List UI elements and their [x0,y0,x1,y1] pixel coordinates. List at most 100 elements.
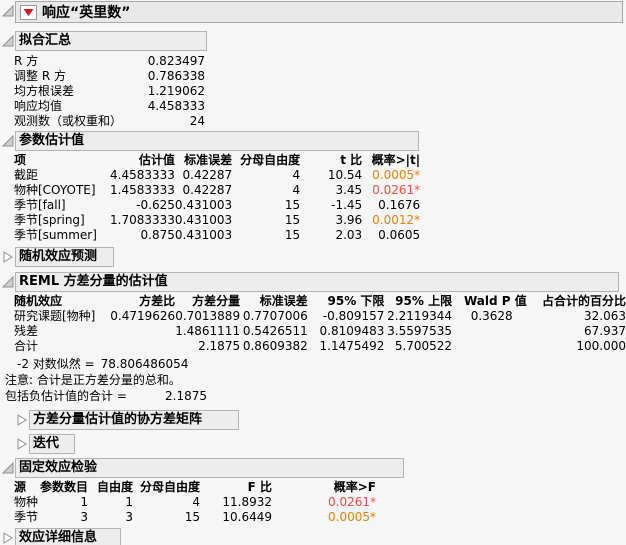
cell: 15 [284,228,301,242]
stat-value: 0.786338 [147,69,205,83]
cell: 0.8609382 [242,339,308,353]
cell: 4 [292,168,301,182]
cell: -1.45 [331,198,363,212]
cell: 0.8109483 [319,324,385,338]
cell: -0.809157 [322,309,385,323]
cell: 0.5426511 [242,324,308,338]
section-header-iterations[interactable]: 迭代 [29,434,75,454]
neg2-loglikelihood-value: 78.806486054 [100,357,189,371]
cell: 0.7707006 [242,309,308,323]
total-including-negative-value: 2.1875 [165,389,207,403]
cell: 2.1875 [198,339,241,353]
stat-label: 响应均值 [14,99,63,113]
table-row: 均方根误差 1.219062 [14,84,205,99]
disclosure-open-icon[interactable] [2,5,14,17]
neg2-loglikelihood-label: -2 对数似然 = [17,357,95,371]
disclosure-closed-icon[interactable] [2,251,14,263]
column-header: 分母自由度 [140,480,201,494]
random-effect-predictions-row: 随机效应预测 [2,247,626,267]
p-value-cell: 0.0012* [372,213,421,227]
disclosure-closed-icon[interactable] [2,532,14,544]
cell: 3.45 [335,183,363,197]
p-value-cell: 0.0005* [328,510,377,524]
section-header-cov-matrix[interactable]: 方差分量估计值的协方差矩阵 [29,410,239,430]
cell [452,339,527,354]
fixed-effect-tests-header-row: 固定效应检验 [2,458,626,478]
section-header-fit-summary[interactable]: 拟合汇总 [15,31,207,51]
column-header: 自由度 [97,480,134,494]
stat-label: 观测数（或权重和） [14,114,123,128]
cell: 季节[spring] [14,213,85,227]
table-header-row: 随机效应 方差比 方差分量 标准误差 95% 下限 95% 上限 Wald P … [14,294,626,309]
cell: 3 [80,510,89,524]
cell: 10.6449 [222,510,273,524]
section-header-random-effect-predictions[interactable]: 随机效应预测 [15,247,114,267]
section-header-reml[interactable]: REML 方差分量的估计值 [15,272,619,292]
cell [110,339,175,354]
table-row: 合计 2.1875 0.8609382 1.1475492 5.700522 1… [14,339,626,354]
disclosure-open-icon[interactable] [2,276,14,288]
stat-label: R 方 [14,54,39,68]
cell: 1 [125,495,134,509]
report-title-bar[interactable]: 响应“英里数” [15,1,623,23]
cell: 15 [284,213,301,227]
cell: 10.54 [327,168,363,182]
red-triangle-menu-button[interactable] [20,4,37,20]
cell: 0.42287 [182,183,233,197]
cell: 研究课题[物种] [14,309,96,323]
cell [452,324,527,339]
cov-matrix-row: 方差分量估计值的协方差矩阵 [16,410,626,430]
section-header-parameter-estimates[interactable]: 参数估计值 [15,131,419,151]
cell: 0.7013889 [175,309,241,323]
disclosure-closed-icon[interactable] [16,438,28,450]
neg2-loglikelihood-line: -2 对数似然 = 78.806486054 [17,356,626,372]
column-header: 分母自由度 [240,153,301,167]
stat-value: 1.219062 [147,84,205,98]
cell [110,324,175,339]
table-header-row: 项 估计值 标准误差 分母自由度 t 比 概率>|t| [14,153,426,168]
reml-table: 随机效应 方差比 方差分量 标准误差 95% 下限 95% 上限 Wald P … [14,294,626,354]
cell: 4.4583333 [110,168,175,182]
disclosure-open-icon[interactable] [2,462,14,474]
cell: 3.96 [335,213,363,227]
cell: 合计 [14,339,39,353]
p-value-cell: 0.0261* [328,495,377,509]
cell: 物种 [14,495,39,509]
disclosure-open-icon[interactable] [2,135,14,147]
fixed-effect-tests-table: 源 参数数目 自由度 分母自由度 F 比 概率>F 物种 1 1 4 11.89… [14,480,403,525]
cell: 15 [284,198,301,212]
cell: 1.1475492 [319,339,385,353]
column-header: 占合计的百分比 [541,294,626,308]
column-header: 方差分量 [192,294,241,308]
cell: 67.937 [584,324,626,338]
disclosure-closed-icon[interactable] [16,414,28,426]
cell: 0.431003 [174,228,233,242]
column-header: 项 [14,153,27,167]
table-row: 物种[COYOTE] 1.4583333 0.42287 4 3.45 0.02… [14,183,426,198]
section-header-effect-details[interactable]: 效应详细信息 [15,528,121,545]
cell: 1.4583333 [110,183,175,197]
column-header: Wald P 值 [463,294,527,308]
cell: 0.4719626 [110,309,176,323]
table-header-row: 源 参数数目 自由度 分母自由度 F 比 概率>F [14,480,403,495]
disclosure-open-icon[interactable] [2,35,14,47]
column-header: 方差比 [139,294,176,308]
table-row: 响应均值 4.458333 [14,99,205,114]
cell: 季节 [14,510,39,524]
cell: 0.875 [140,228,175,242]
cell: 2.2119344 [387,309,453,323]
cell: 11.8932 [222,495,273,509]
cell: 1 [80,495,89,509]
table-row: 残差 1.4861111 0.5426511 0.8109483 3.55975… [14,324,626,339]
column-header: 标准误差 [184,153,233,167]
cell: -0.625 [136,198,175,212]
p-value-cell: 0.1676 [378,198,421,212]
cell: 物种[COYOTE] [14,183,96,197]
cell: 2.03 [335,228,363,242]
section-header-fixed-effect-tests[interactable]: 固定效应检验 [15,458,404,478]
reml-header-row: REML 方差分量的估计值 [2,272,626,292]
cell: 3.5597535 [387,324,453,338]
cell: 1.7083333 [110,213,175,227]
jmp-report-window: 响应“英里数” 拟合汇总 R 方 0.823497 调整 R 方 0.78633… [0,1,626,545]
stat-value: 4.458333 [147,99,205,113]
